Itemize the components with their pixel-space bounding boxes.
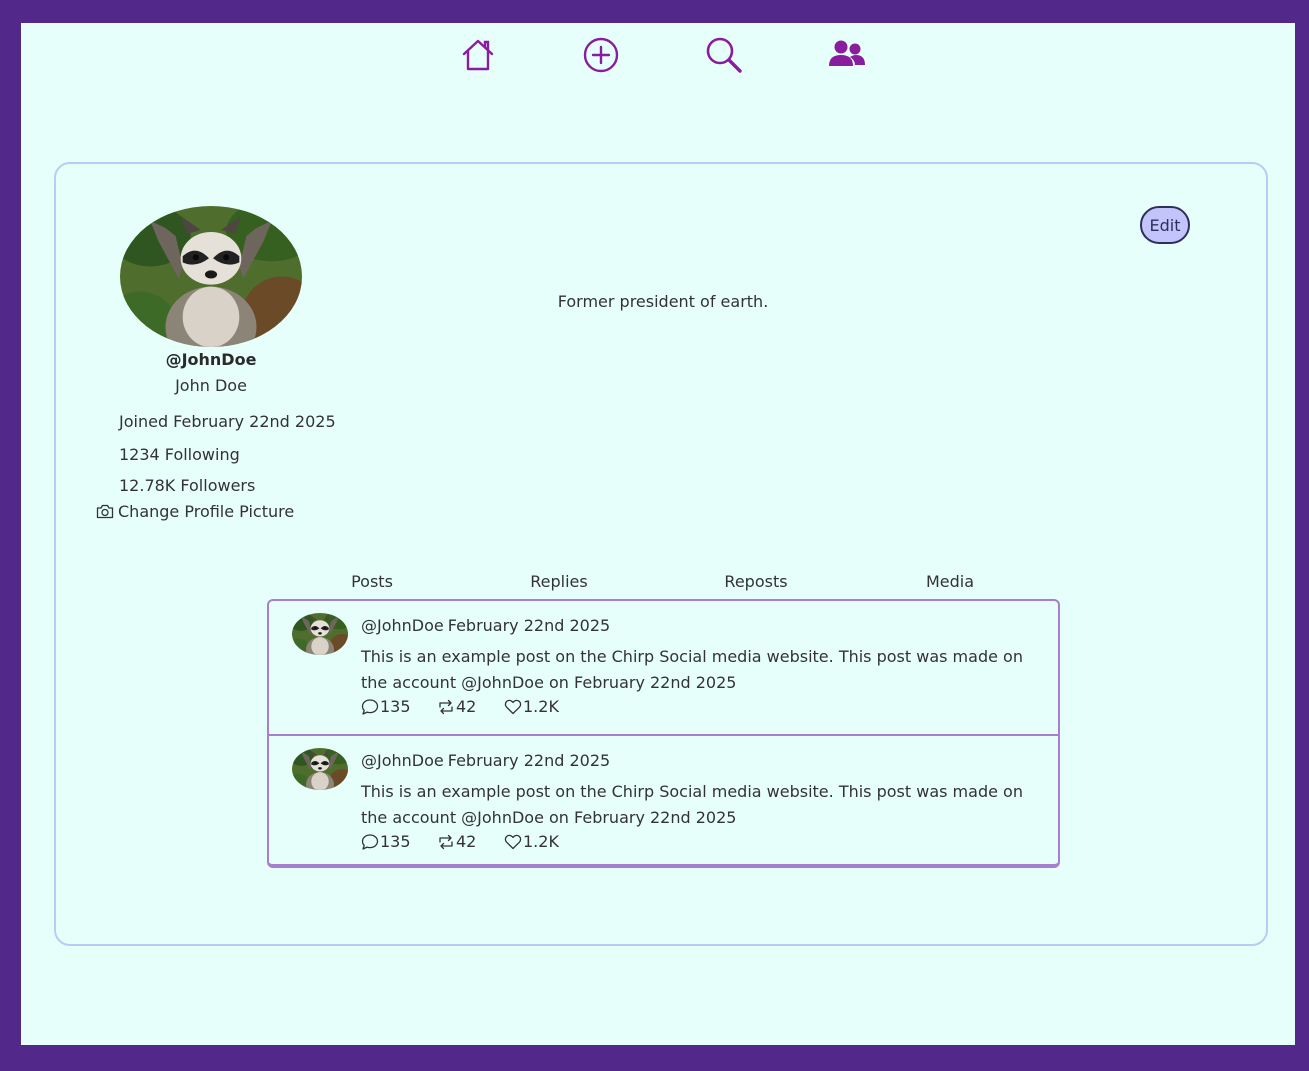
post-date: February 22nd 2025 — [447, 751, 611, 770]
repost-icon — [439, 699, 453, 714]
raccoon-photo-icon — [120, 206, 302, 347]
comment-icon — [361, 698, 379, 715]
home-icon — [462, 39, 494, 71]
change-profile-picture-link[interactable]: Change Profile Picture — [96, 502, 294, 521]
profile-handle: @JohnDoe — [165, 350, 257, 369]
top-nav — [21, 23, 1295, 87]
change-profile-picture-label: Change Profile Picture — [118, 502, 295, 521]
repost-button[interactable]: 42 — [437, 832, 476, 851]
joined-date: Joined February 22nd 2025 — [119, 412, 336, 431]
like-count: 1.2K — [523, 832, 559, 851]
post-handle[interactable]: @JohnDoe — [361, 751, 444, 770]
reply-button[interactable]: 135 — [361, 697, 411, 716]
repost-button[interactable]: 42 — [437, 697, 476, 716]
profile-nav-button[interactable] — [825, 35, 869, 75]
profile-bio: Former president of earth. — [557, 292, 769, 311]
post-date: February 22nd 2025 — [447, 616, 611, 635]
heart-icon — [504, 834, 522, 849]
search-icon — [706, 37, 742, 73]
repost-count: 42 — [456, 832, 477, 851]
reply-count: 135 — [380, 832, 411, 851]
post-handle[interactable]: @JohnDoe — [361, 616, 444, 635]
profile-name: John Doe — [175, 376, 247, 395]
post-avatar[interactable] — [292, 613, 348, 655]
post-text: This is an example post on the Chirp Soc… — [361, 647, 1023, 692]
post-item[interactable]: @JohnDoe February 22nd 2025 This is an ex… — [269, 734, 1058, 864]
home-button[interactable] — [456, 35, 500, 75]
heart-icon — [504, 699, 522, 714]
post-feed: @JohnDoe February 22nd 2025 This is an ex… — [267, 599, 1060, 868]
tab-reposts[interactable]: Reposts — [724, 572, 787, 591]
like-button[interactable]: 1.2K — [504, 697, 559, 716]
app-frame: @JohnDoe John Doe Joined February 22nd 2… — [21, 23, 1295, 1045]
post-header: @JohnDoe February 22nd 2025 — [361, 751, 610, 770]
post-item[interactable]: @JohnDoe February 22nd 2025 This is an ex… — [269, 601, 1058, 734]
followers-count[interactable]: 12.78K Followers — [119, 476, 255, 495]
post-avatar[interactable] — [292, 748, 348, 790]
like-button[interactable]: 1.2K — [504, 832, 559, 851]
post-text: This is an example post on the Chirp Soc… — [361, 782, 1023, 827]
profile-card: @JohnDoe John Doe Joined February 22nd 2… — [54, 162, 1268, 946]
create-post-button[interactable] — [579, 35, 623, 75]
edit-profile-button[interactable]: Edit — [1140, 206, 1190, 244]
tab-posts[interactable]: Posts — [351, 572, 393, 591]
post-header: @JohnDoe February 22nd 2025 — [361, 616, 610, 635]
plus-circle-icon — [583, 37, 619, 73]
search-button[interactable] — [702, 35, 746, 75]
profile-avatar[interactable] — [120, 206, 302, 347]
tab-replies[interactable]: Replies — [530, 572, 587, 591]
profile-tabs: Posts Replies Reposts Media — [56, 572, 1270, 596]
reply-count: 135 — [380, 697, 411, 716]
comment-icon — [361, 833, 379, 850]
users-icon — [829, 40, 865, 66]
repost-count: 42 — [456, 697, 477, 716]
repost-icon — [439, 834, 453, 849]
camera-icon — [96, 504, 114, 519]
raccoon-photo-icon — [292, 613, 348, 655]
tab-media[interactable]: Media — [926, 572, 974, 591]
raccoon-photo-icon — [292, 748, 348, 790]
like-count: 1.2K — [523, 697, 559, 716]
following-count[interactable]: 1234 Following — [119, 445, 240, 464]
reply-button[interactable]: 135 — [361, 832, 411, 851]
